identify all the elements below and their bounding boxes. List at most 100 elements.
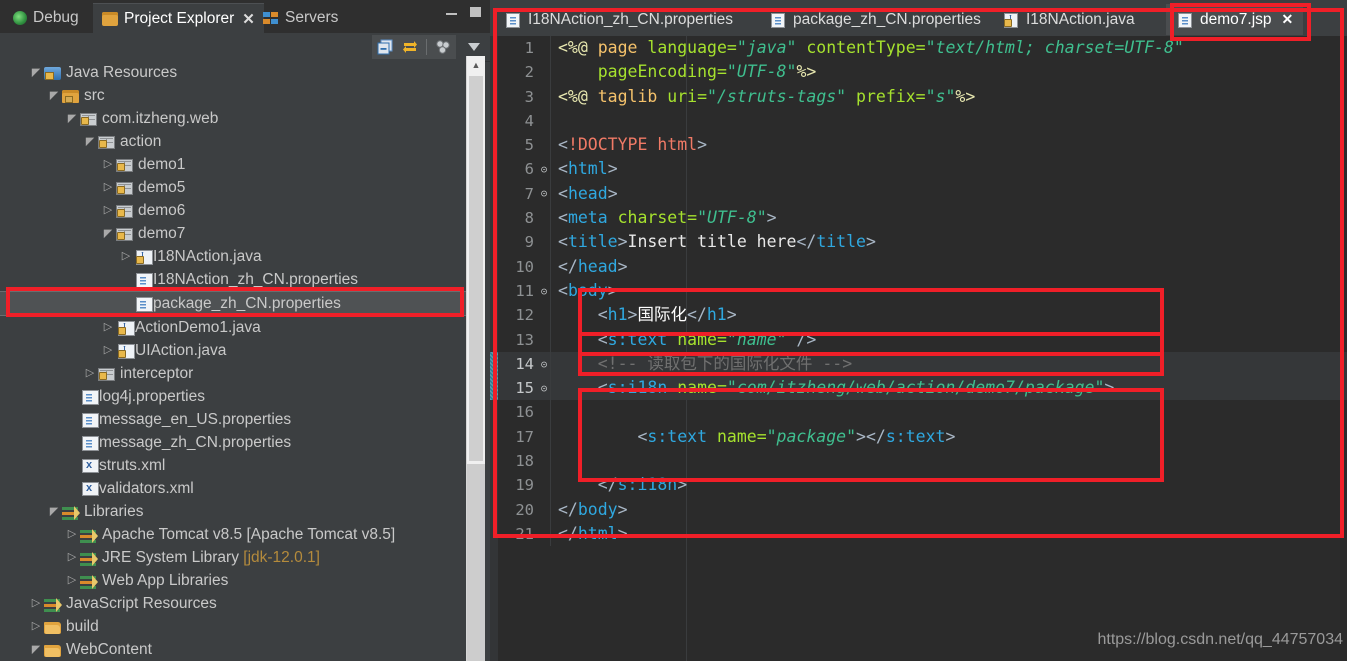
editor-tab[interactable]: package_zh_CN.properties <box>759 4 991 35</box>
code-text[interactable]: <title>Insert title here</title> <box>558 230 1347 254</box>
code-text[interactable]: <%@ taglib uri="/struts-tags" prefix="s"… <box>558 85 1347 109</box>
tree-expand-arrow-closed[interactable]: ▷ <box>100 345 116 356</box>
tree-item[interactable]: ◢ Libraries <box>0 500 474 523</box>
code-text[interactable]: <s:i18n name="com/itzheng/web/action/dem… <box>558 376 1347 400</box>
tree-item[interactable]: ◢ Java Resources <box>0 61 474 84</box>
code-lines[interactable]: 1 <%@ page language="java" contentType="t… <box>498 36 1347 661</box>
tree-item[interactable]: · I18NAction_zh_CN.properties <box>0 268 474 291</box>
tree-item[interactable]: · struts.xml <box>0 454 474 477</box>
scrollbar-track[interactable] <box>467 464 485 661</box>
code-line[interactable]: 2 pageEncoding="UTF-8"%> <box>498 60 1347 85</box>
code-text[interactable]: pageEncoding="UTF-8"%> <box>558 60 1347 84</box>
code-line[interactable]: 13 <s:text name="name" /> <box>498 327 1347 352</box>
tree-expand-arrow-closed[interactable]: ▷ <box>82 368 98 379</box>
tree-item[interactable]: ▷ demo6 <box>0 199 474 222</box>
code-line[interactable]: 5 <!DOCTYPE html> <box>498 133 1347 158</box>
tree-expand-arrow-closed[interactable]: ▷ <box>100 322 116 333</box>
code-text[interactable]: </head> <box>558 255 1347 279</box>
tree-item[interactable]: ▷ Apache Tomcat v8.5 [Apache Tomcat v8.5] <box>0 523 474 546</box>
tree-expand-arrow-closed[interactable]: ▷ <box>118 251 134 262</box>
view-tab-servers[interactable]: Servers <box>254 3 347 33</box>
code-text[interactable]: <h1>国际化</h1> <box>558 303 1347 327</box>
tree-expand-arrow-open[interactable]: ◢ <box>100 228 116 240</box>
tree-item[interactable]: ◢ action <box>0 130 474 153</box>
editor-tab[interactable]: I18NAction_zh_CN.properties <box>494 4 743 35</box>
tree-item[interactable]: ▷ Web App Libraries <box>0 569 474 592</box>
tree-item[interactable]: ◢ com.itzheng.web <box>0 107 474 130</box>
tree-expand-arrow-closed[interactable]: ▷ <box>28 598 44 609</box>
maximize-button[interactable] <box>470 6 482 18</box>
tree-item[interactable]: ◢ WebContent <box>0 638 474 661</box>
tree-item[interactable]: ◢ demo7 <box>0 222 474 245</box>
tree-item[interactable]: · message_en_US.properties <box>0 408 474 431</box>
code-line[interactable]: 15 ⊝ <s:i18n name="com/itzheng/web/action… <box>498 376 1347 401</box>
code-line[interactable]: 21 </html> <box>498 521 1347 547</box>
project-tree[interactable]: ◢ Java Resources ◢ src ◢ com.itzheng.web ◢ acti… <box>0 61 474 661</box>
editor-tab-close-icon[interactable]: ✕ <box>1282 11 1294 28</box>
view-tab-close-icon[interactable]: ✕ <box>242 10 255 28</box>
code-line[interactable]: 8 <meta charset="UTF-8"> <box>498 206 1347 231</box>
code-text[interactable]: </html> <box>558 522 1347 546</box>
tree-expand-arrow-open[interactable]: ◢ <box>46 506 62 518</box>
fold-toggle-icon[interactable]: ⊝ <box>538 286 550 297</box>
view-tab-debug[interactable]: Debug <box>4 3 88 33</box>
code-line[interactable]: 16 <box>498 400 1347 425</box>
code-line[interactable]: 3 <%@ taglib uri="/struts-tags" prefix="s… <box>498 84 1347 109</box>
code-text[interactable]: <html> <box>558 157 1347 181</box>
tree-expand-arrow-open[interactable]: ◢ <box>28 644 44 656</box>
tree-item[interactable]: · validators.xml <box>0 477 474 500</box>
scrollbar-thumb[interactable] <box>469 76 483 461</box>
fold-toggle-icon[interactable]: ⊝ <box>538 359 550 370</box>
link-with-editor-icon[interactable] <box>401 38 419 56</box>
tree-vertical-scrollbar[interactable]: ▲ <box>466 56 485 661</box>
code-line[interactable]: 7 ⊝ <head> <box>498 181 1347 207</box>
tree-item[interactable]: ▷ JRE System Library [jdk-12.0.1] <box>0 546 474 569</box>
code-text[interactable]: <body> <box>558 279 1347 303</box>
tree-item[interactable]: ▷ UIAction.java <box>0 339 474 362</box>
tree-item[interactable]: ▷ ActionDemo1.java <box>0 316 474 339</box>
tree-item[interactable]: · package_zh_CN.properties <box>0 291 474 316</box>
code-line[interactable]: 4 <box>498 108 1347 134</box>
tree-item[interactable]: ▷ demo1 <box>0 153 474 176</box>
tree-expand-arrow-closed[interactable]: ▷ <box>28 621 44 632</box>
code-line[interactable]: 17 <s:text name="package"></s:text> <box>498 424 1347 450</box>
code-line[interactable]: 10 </head> <box>498 254 1347 279</box>
tree-item[interactable]: ◢ src <box>0 84 474 107</box>
minimize-button[interactable] <box>446 6 458 18</box>
tree-expand-arrow-open[interactable]: ◢ <box>64 113 80 125</box>
code-text[interactable]: <s:text name="name" /> <box>558 328 1347 352</box>
fold-toggle-icon[interactable]: ⊝ <box>538 188 550 199</box>
tree-item[interactable]: ▷ build <box>0 615 474 638</box>
code-text[interactable]: <meta charset="UTF-8"> <box>558 206 1347 230</box>
code-editor[interactable]: 1 <%@ page language="java" contentType="t… <box>490 36 1347 661</box>
editor-tab[interactable]: demo7.jsp ✕ <box>1166 4 1304 35</box>
tree-expand-arrow-open[interactable]: ◢ <box>28 67 44 79</box>
code-text[interactable]: <!-- 读取包下的国际化文件 --> <box>558 352 1347 376</box>
code-line[interactable]: 9 <title>Insert title here</title> <box>498 230 1347 255</box>
code-line[interactable]: 14 ⊝ <!-- 读取包下的国际化文件 --> <box>498 351 1347 377</box>
code-text[interactable]: </s:i18n> <box>558 473 1347 497</box>
editor-tab[interactable]: I18NAction.java <box>992 4 1145 35</box>
code-line[interactable]: 12 <h1>国际化</h1> <box>498 303 1347 328</box>
collapse-all-icon[interactable] <box>376 38 394 56</box>
tree-item[interactable]: · message_zh_CN.properties <box>0 431 474 454</box>
tree-item[interactable]: ▷ I18NAction.java <box>0 245 474 268</box>
code-line[interactable]: 1 <%@ page language="java" contentType="t… <box>498 36 1347 61</box>
tree-expand-arrow-closed[interactable]: ▷ <box>100 205 116 216</box>
view-tab-project-explorer[interactable]: Project Explorer ✕ <box>93 3 264 33</box>
tree-item[interactable]: · log4j.properties <box>0 385 474 408</box>
tree-expand-arrow-closed[interactable]: ▷ <box>64 529 80 540</box>
code-text[interactable]: <s:text name="package"></s:text> <box>558 425 1347 449</box>
code-line[interactable]: 19 </s:i18n> <box>498 473 1347 498</box>
tree-item[interactable]: ▷ demo5 <box>0 176 474 199</box>
tree-expand-arrow-closed[interactable]: ▷ <box>100 182 116 193</box>
view-menu-icon[interactable] <box>434 38 452 56</box>
code-line[interactable]: 6 ⊝ <html> <box>498 157 1347 182</box>
tree-item[interactable]: ▷ interceptor <box>0 362 474 385</box>
code-text[interactable]: <head> <box>558 182 1347 206</box>
fold-toggle-icon[interactable]: ⊝ <box>538 164 550 175</box>
code-text[interactable]: </body> <box>558 498 1347 522</box>
code-line[interactable]: 20 </body> <box>498 497 1347 522</box>
code-line[interactable]: 18 <box>498 449 1347 474</box>
tree-expand-arrow-closed[interactable]: ▷ <box>64 575 80 586</box>
